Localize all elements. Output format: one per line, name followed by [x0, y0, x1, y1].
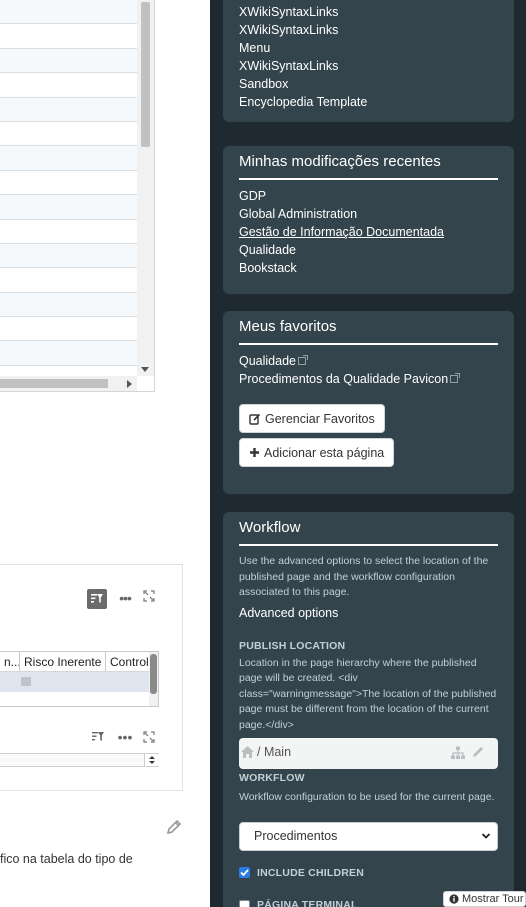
pencil-icon[interactable] — [471, 745, 485, 759]
external-link-icon — [450, 373, 461, 383]
grid-rows — [0, 0, 137, 376]
edit-pencil-icon[interactable] — [165, 818, 185, 836]
body-paragraph: fico na tabela do tipo de — [0, 852, 133, 866]
scrollbar-thumb[interactable] — [150, 654, 157, 694]
sidebar-link[interactable]: Sandbox — [239, 75, 498, 93]
sitemap-icon[interactable] — [450, 746, 466, 760]
edit-square-icon — [249, 413, 261, 425]
workflow-description: Use the advanced options to select the l… — [239, 555, 489, 598]
grid-horizontal-scrollbar[interactable] — [0, 376, 137, 391]
panel-workflow: Workflow Use the advanced options to sel… — [223, 512, 514, 907]
table-row[interactable] — [0, 268, 137, 293]
table-row[interactable] — [0, 317, 137, 342]
selected-workflow: Procedimentos — [254, 829, 338, 843]
table-row[interactable] — [0, 121, 137, 147]
external-link-icon — [298, 355, 308, 365]
workflow-help: Workflow configuration to be used for th… — [239, 791, 495, 803]
expand-icon[interactable] — [142, 589, 158, 609]
location-value: / Main — [257, 745, 292, 759]
filter-icon[interactable] — [91, 731, 105, 745]
more-options-icon[interactable]: ••• — [117, 729, 133, 745]
button-label: Mostrar Tour — [462, 893, 524, 905]
main-content: ••• n... Risco Inerente Controle — [0, 0, 210, 907]
pagina-terminal-label: PÁGINA TERMINAL — [257, 899, 358, 907]
favorite-item[interactable]: Qualidade — [239, 352, 498, 370]
cell-icon — [21, 677, 31, 686]
publish-location-label: PUBLISH LOCATION — [239, 639, 346, 652]
panel-favorites: Meus favoritos Qualidade Procedimentos d… — [223, 311, 514, 494]
more-options-icon[interactable]: ••• — [117, 589, 133, 609]
filter-icon[interactable] — [87, 589, 107, 609]
expand-icon[interactable] — [142, 730, 158, 746]
panel-title: Minhas modificações recentes — [239, 146, 498, 180]
recent-item[interactable]: Gestão de Informação Documentada — [239, 223, 498, 241]
horizontal-selector[interactable] — [0, 753, 159, 767]
table-row[interactable] — [0, 48, 137, 74]
manage-favorites-button[interactable]: Gerenciar Favoritos — [239, 404, 385, 433]
table-row[interactable] — [0, 24, 137, 49]
home-icon — [241, 746, 254, 758]
check-icon — [240, 869, 249, 877]
add-page-favorite-button[interactable]: Adicionar esta página — [239, 438, 395, 467]
table-row[interactable] — [0, 195, 137, 220]
include-children-label: INCLUDE CHILDREN — [257, 867, 365, 879]
sidebar-link[interactable]: Menu — [239, 39, 498, 57]
show-tour-button[interactable]: Mostrar Tour — [443, 891, 526, 907]
workflow-label: WORKFLOW — [239, 772, 305, 784]
advanced-options-link[interactable]: Advanced options — [239, 604, 498, 622]
table-row[interactable] — [0, 341, 137, 366]
column-header[interactable]: Risco Inerente — [20, 652, 106, 671]
button-label: Gerenciar Favoritos — [265, 411, 375, 426]
panel-title: Meus favoritos — [239, 311, 498, 345]
table-row[interactable] — [0, 170, 137, 196]
recent-item[interactable]: GDP — [239, 187, 498, 205]
panel-recent-changes: Minhas modificações recentes GDP Global … — [223, 146, 514, 294]
sidebar-link[interactable]: XWikiSyntaxLinks — [239, 21, 498, 39]
chevron-down-icon — [481, 833, 491, 839]
scroll-down-icon[interactable] — [141, 367, 149, 372]
table-row[interactable] — [0, 0, 137, 25]
recent-item[interactable]: Global Administration — [239, 205, 498, 223]
panel-title: Workflow — [239, 512, 498, 546]
location-picker[interactable]: / Main — [239, 738, 498, 769]
favorite-label: Qualidade — [239, 354, 296, 368]
table-row[interactable] — [0, 146, 137, 171]
scroll-right-icon[interactable] — [127, 380, 132, 388]
table-row[interactable] — [0, 292, 137, 318]
table-row[interactable] — [0, 73, 137, 98]
risk-table-panel: ••• n... Risco Inerente Controle — [0, 564, 183, 791]
sidebar-link[interactable]: XWikiSyntaxLinks — [239, 3, 498, 21]
column-header[interactable]: Controle — [106, 652, 150, 671]
table-row[interactable] — [0, 97, 137, 122]
data-grid — [0, 0, 155, 392]
table-row[interactable] — [0, 243, 137, 269]
table-row[interactable] — [0, 672, 150, 692]
table-vertical-scrollbar[interactable] — [149, 652, 158, 706]
column-header[interactable]: n... — [0, 652, 20, 671]
favorite-label: Procedimentos da Qualidade Pavicon — [239, 372, 449, 386]
risk-table: n... Risco Inerente Controle — [0, 651, 159, 707]
workflow-select[interactable]: Procedimentos — [239, 822, 498, 851]
table-row[interactable] — [0, 219, 137, 244]
include-children-checkbox[interactable] — [239, 867, 250, 878]
button-label: Adicionar esta página — [264, 445, 385, 460]
pagina-terminal-checkbox[interactable] — [239, 900, 250, 907]
table-row[interactable] — [0, 365, 137, 376]
sidebar-link[interactable]: XWikiSyntaxLinks — [239, 57, 498, 75]
info-icon — [449, 894, 459, 904]
right-sidebar: XWikiSyntaxLinks XWikiSyntaxLinks Menu X… — [210, 0, 526, 907]
recent-item[interactable]: Qualidade — [239, 241, 498, 259]
updown-icon[interactable] — [144, 754, 158, 766]
publish-location-help: Location in the page hierarchy where the… — [239, 656, 497, 731]
recent-item[interactable]: Bookstack — [239, 259, 498, 277]
scrollbar-thumb[interactable] — [141, 2, 150, 147]
sidebar-link[interactable]: Encyclopedia Template — [239, 93, 498, 111]
scrollbar-thumb[interactable] — [0, 379, 108, 388]
panel-links: XWikiSyntaxLinks XWikiSyntaxLinks Menu X… — [223, 0, 514, 122]
favorite-item[interactable]: Procedimentos da Qualidade Pavicon — [239, 370, 498, 388]
table-header: n... Risco Inerente Controle — [0, 652, 150, 672]
grid-vertical-scrollbar[interactable] — [137, 0, 154, 376]
plus-icon — [250, 448, 259, 457]
